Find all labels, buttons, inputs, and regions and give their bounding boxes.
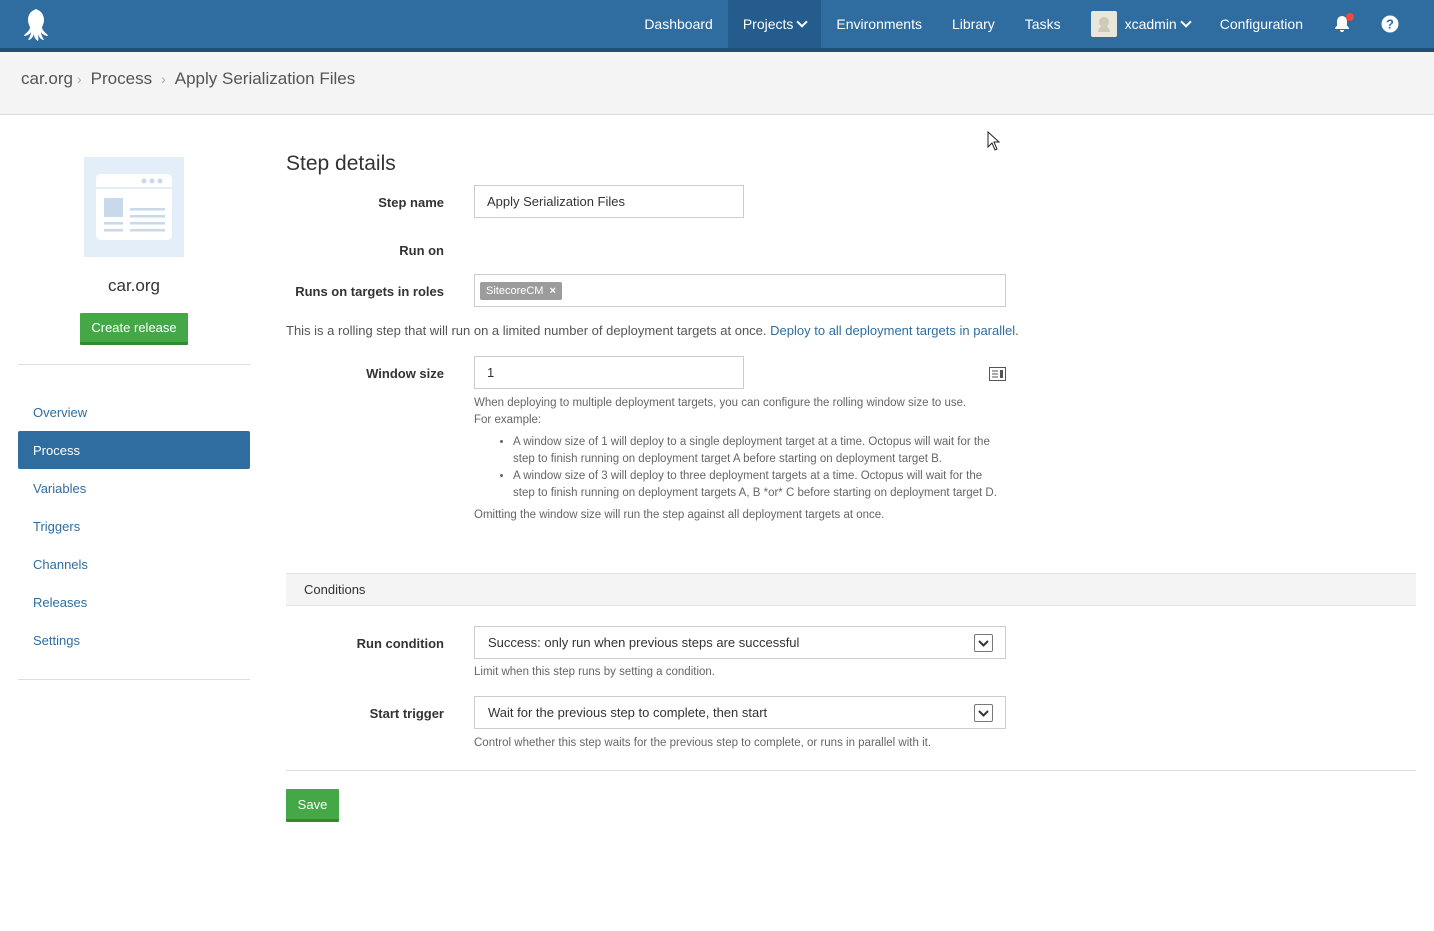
breadcrumb-project[interactable]: car.org — [21, 69, 73, 89]
sidebar-nav: Overview Process Variables Triggers Chan… — [18, 393, 250, 659]
chevron-right-icon: › — [161, 71, 166, 87]
svg-text:?: ? — [1386, 17, 1394, 32]
conditions-header: Conditions — [286, 573, 1416, 606]
sidebar-divider — [18, 679, 250, 680]
nav-configuration[interactable]: Configuration — [1205, 0, 1318, 48]
avatar — [1090, 11, 1117, 37]
nav-library[interactable]: Library — [937, 0, 1010, 48]
start-trigger-value: Wait for the previous step to complete, … — [488, 705, 768, 720]
role-chip: SitecoreCM × — [480, 281, 562, 300]
create-release-button[interactable]: Create release — [80, 313, 188, 345]
breadcrumb: car.org › Process › Apply Serialization … — [21, 69, 355, 89]
window-size-input[interactable]: 1 — [474, 356, 744, 389]
roles-label: Runs on targets in roles — [295, 284, 444, 299]
nav-environments[interactable]: Environments — [821, 0, 937, 48]
chevron-right-icon: › — [76, 71, 82, 87]
project-name: car.org — [108, 276, 160, 295]
roles-input[interactable]: SitecoreCM × — [474, 274, 1006, 307]
sidebar-item-releases[interactable]: Releases — [18, 583, 250, 621]
window-help-bullet-2: A window size of 3 will deploy to three … — [513, 468, 1006, 502]
nav-tasks[interactable]: Tasks — [1010, 0, 1076, 48]
sidebar-item-channels[interactable]: Channels — [18, 545, 250, 583]
run-condition-value: Success: only run when previous steps ar… — [488, 635, 800, 650]
project-placeholder-icon — [96, 174, 172, 240]
start-trigger-select[interactable]: Wait for the previous step to complete, … — [474, 696, 1006, 729]
step-name-label: Step name — [378, 195, 444, 210]
window-size-label: Window size — [366, 366, 444, 381]
sidebar-item-overview[interactable]: Overview — [18, 393, 250, 431]
nav-projects[interactable]: Projects — [727, 0, 822, 48]
start-trigger-label: Start trigger — [369, 706, 444, 721]
sidebar-item-settings[interactable]: Settings — [18, 621, 250, 659]
form-divider — [286, 770, 1416, 771]
main-nav: Dashboard Projects Environments Library … — [629, 0, 1414, 48]
mouse-cursor-icon — [987, 131, 1001, 151]
chevron-down-icon — [974, 704, 993, 722]
step-name-input[interactable]: Apply Serialization Files — [474, 185, 744, 218]
breadcrumb-process[interactable]: Process — [91, 69, 152, 89]
remove-role-icon[interactable]: × — [549, 285, 555, 297]
window-help-line-1: When deploying to multiple deployment ta… — [474, 397, 967, 409]
nav-projects-label: Projects — [742, 16, 794, 32]
top-navigation-bar: Dashboard Projects Environments Library … — [0, 0, 1434, 52]
nav-dashboard[interactable]: Dashboard — [629, 0, 728, 48]
window-size-help: When deploying to multiple deployment ta… — [474, 395, 1006, 524]
window-help-bullet-1: A window size of 1 will deploy to a sing… — [513, 434, 1006, 468]
run-condition-select[interactable]: Success: only run when previous steps ar… — [474, 626, 1006, 659]
window-help-list: A window size of 1 will deploy to a sing… — [513, 434, 1006, 502]
rolling-step-description: This is a rolling step that will run on … — [286, 323, 767, 338]
page-title: Step details — [286, 152, 396, 175]
project-logo — [84, 157, 184, 257]
octopus-logo-icon[interactable] — [20, 6, 58, 44]
run-condition-label: Run condition — [356, 636, 444, 651]
role-chip-label: SitecoreCM — [486, 284, 544, 297]
run-on-label: Run on — [399, 243, 444, 258]
sidebar-item-process[interactable]: Process — [18, 431, 250, 469]
window-help-line-3: Omitting the window size will run the st… — [474, 509, 885, 521]
user-menu[interactable]: xcadmin — [1076, 0, 1205, 48]
window-help-line-2: For example: — [474, 414, 542, 426]
save-button[interactable]: Save — [286, 789, 339, 822]
chevron-down-icon — [974, 634, 993, 652]
run-condition-help: Limit when this step runs by setting a c… — [474, 666, 715, 678]
help-button[interactable]: ? — [1366, 0, 1414, 48]
sidebar-divider — [18, 364, 250, 365]
chevron-down-icon — [796, 15, 809, 28]
notification-badge — [1346, 13, 1354, 21]
rolling-step-text: This is a rolling step that will run on … — [286, 323, 1019, 338]
notifications-button[interactable] — [1318, 0, 1366, 48]
deploy-parallel-link[interactable]: Deploy to all deployment targets in para… — [770, 323, 1015, 338]
help-icon: ? — [1381, 15, 1399, 33]
sidebar-item-variables[interactable]: Variables — [18, 469, 250, 507]
breadcrumb-current: Apply Serialization Files — [174, 69, 356, 88]
user-name: xcadmin — [1124, 16, 1177, 32]
breadcrumb-bar: car.org › Process › Apply Serialization … — [0, 52, 1434, 115]
sidebar-item-triggers[interactable]: Triggers — [18, 507, 250, 545]
chevron-down-icon — [1180, 15, 1192, 28]
start-trigger-help: Control whether this step waits for the … — [474, 737, 932, 749]
variable-binding-icon[interactable] — [989, 367, 1006, 381]
